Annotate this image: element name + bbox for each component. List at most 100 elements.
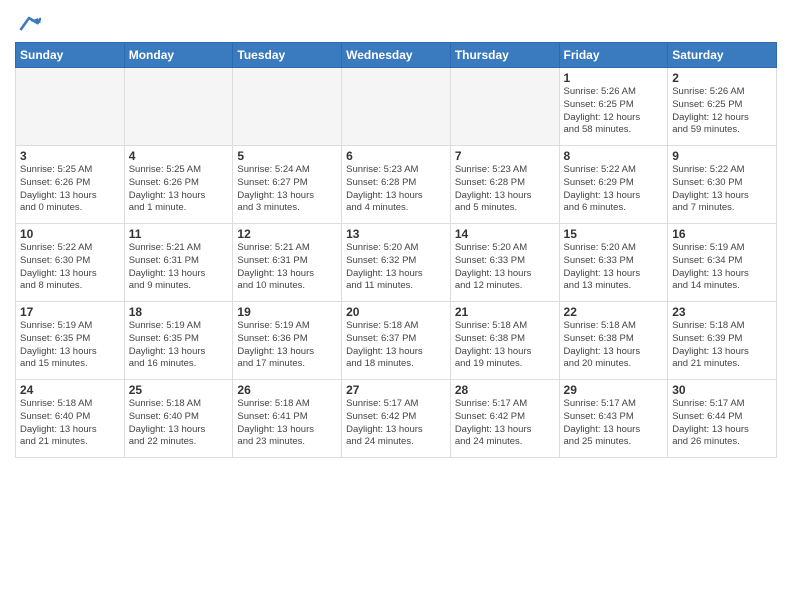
day-info: Sunrise: 5:20 AM Sunset: 6:32 PM Dayligh…	[346, 242, 446, 293]
calendar-cell: 22Sunrise: 5:18 AM Sunset: 6:38 PM Dayli…	[559, 302, 668, 380]
day-info: Sunrise: 5:23 AM Sunset: 6:28 PM Dayligh…	[346, 164, 446, 215]
day-info: Sunrise: 5:19 AM Sunset: 6:35 PM Dayligh…	[129, 320, 229, 371]
calendar-cell	[233, 68, 342, 146]
day-info: Sunrise: 5:20 AM Sunset: 6:33 PM Dayligh…	[564, 242, 664, 293]
day-number: 4	[129, 149, 229, 163]
calendar-cell: 27Sunrise: 5:17 AM Sunset: 6:42 PM Dayli…	[342, 380, 451, 458]
day-number: 12	[237, 227, 337, 241]
calendar-cell: 5Sunrise: 5:24 AM Sunset: 6:27 PM Daylig…	[233, 146, 342, 224]
calendar-cell: 18Sunrise: 5:19 AM Sunset: 6:35 PM Dayli…	[124, 302, 233, 380]
header	[15, 10, 777, 34]
day-number: 1	[564, 71, 664, 85]
page-container: SundayMondayTuesdayWednesdayThursdayFrid…	[0, 0, 792, 468]
day-number: 7	[455, 149, 555, 163]
day-info: Sunrise: 5:17 AM Sunset: 6:42 PM Dayligh…	[346, 398, 446, 449]
calendar-cell: 24Sunrise: 5:18 AM Sunset: 6:40 PM Dayli…	[16, 380, 125, 458]
day-info: Sunrise: 5:19 AM Sunset: 6:34 PM Dayligh…	[672, 242, 772, 293]
day-number: 27	[346, 383, 446, 397]
day-info: Sunrise: 5:23 AM Sunset: 6:28 PM Dayligh…	[455, 164, 555, 215]
logo	[15, 14, 41, 34]
calendar-week-5: 24Sunrise: 5:18 AM Sunset: 6:40 PM Dayli…	[16, 380, 777, 458]
calendar-cell: 20Sunrise: 5:18 AM Sunset: 6:37 PM Dayli…	[342, 302, 451, 380]
day-info: Sunrise: 5:19 AM Sunset: 6:35 PM Dayligh…	[20, 320, 120, 371]
day-number: 22	[564, 305, 664, 319]
calendar-cell: 8Sunrise: 5:22 AM Sunset: 6:29 PM Daylig…	[559, 146, 668, 224]
day-info: Sunrise: 5:18 AM Sunset: 6:40 PM Dayligh…	[20, 398, 120, 449]
calendar-cell: 1Sunrise: 5:26 AM Sunset: 6:25 PM Daylig…	[559, 68, 668, 146]
calendar-dow-tuesday: Tuesday	[233, 43, 342, 68]
day-number: 5	[237, 149, 337, 163]
calendar-cell: 9Sunrise: 5:22 AM Sunset: 6:30 PM Daylig…	[668, 146, 777, 224]
day-number: 6	[346, 149, 446, 163]
calendar-cell: 12Sunrise: 5:21 AM Sunset: 6:31 PM Dayli…	[233, 224, 342, 302]
day-number: 24	[20, 383, 120, 397]
calendar-cell: 23Sunrise: 5:18 AM Sunset: 6:39 PM Dayli…	[668, 302, 777, 380]
day-info: Sunrise: 5:25 AM Sunset: 6:26 PM Dayligh…	[20, 164, 120, 215]
calendar-dow-sunday: Sunday	[16, 43, 125, 68]
calendar-header-row: SundayMondayTuesdayWednesdayThursdayFrid…	[16, 43, 777, 68]
day-info: Sunrise: 5:19 AM Sunset: 6:36 PM Dayligh…	[237, 320, 337, 371]
day-number: 30	[672, 383, 772, 397]
day-info: Sunrise: 5:17 AM Sunset: 6:43 PM Dayligh…	[564, 398, 664, 449]
day-number: 16	[672, 227, 772, 241]
day-number: 26	[237, 383, 337, 397]
calendar-cell: 16Sunrise: 5:19 AM Sunset: 6:34 PM Dayli…	[668, 224, 777, 302]
day-info: Sunrise: 5:17 AM Sunset: 6:44 PM Dayligh…	[672, 398, 772, 449]
calendar-cell: 29Sunrise: 5:17 AM Sunset: 6:43 PM Dayli…	[559, 380, 668, 458]
day-info: Sunrise: 5:18 AM Sunset: 6:40 PM Dayligh…	[129, 398, 229, 449]
calendar-cell	[16, 68, 125, 146]
calendar-week-3: 10Sunrise: 5:22 AM Sunset: 6:30 PM Dayli…	[16, 224, 777, 302]
calendar-dow-saturday: Saturday	[668, 43, 777, 68]
calendar-cell: 28Sunrise: 5:17 AM Sunset: 6:42 PM Dayli…	[450, 380, 559, 458]
calendar-week-2: 3Sunrise: 5:25 AM Sunset: 6:26 PM Daylig…	[16, 146, 777, 224]
day-number: 13	[346, 227, 446, 241]
day-number: 18	[129, 305, 229, 319]
day-number: 14	[455, 227, 555, 241]
day-info: Sunrise: 5:22 AM Sunset: 6:30 PM Dayligh…	[20, 242, 120, 293]
day-number: 21	[455, 305, 555, 319]
calendar-cell: 21Sunrise: 5:18 AM Sunset: 6:38 PM Dayli…	[450, 302, 559, 380]
calendar-cell: 13Sunrise: 5:20 AM Sunset: 6:32 PM Dayli…	[342, 224, 451, 302]
calendar-table: SundayMondayTuesdayWednesdayThursdayFrid…	[15, 42, 777, 458]
day-info: Sunrise: 5:18 AM Sunset: 6:38 PM Dayligh…	[455, 320, 555, 371]
calendar-cell: 26Sunrise: 5:18 AM Sunset: 6:41 PM Dayli…	[233, 380, 342, 458]
calendar-cell: 7Sunrise: 5:23 AM Sunset: 6:28 PM Daylig…	[450, 146, 559, 224]
day-info: Sunrise: 5:22 AM Sunset: 6:30 PM Dayligh…	[672, 164, 772, 215]
day-info: Sunrise: 5:18 AM Sunset: 6:38 PM Dayligh…	[564, 320, 664, 371]
calendar-cell	[450, 68, 559, 146]
day-info: Sunrise: 5:25 AM Sunset: 6:26 PM Dayligh…	[129, 164, 229, 215]
calendar-dow-wednesday: Wednesday	[342, 43, 451, 68]
day-info: Sunrise: 5:26 AM Sunset: 6:25 PM Dayligh…	[672, 86, 772, 137]
calendar-dow-thursday: Thursday	[450, 43, 559, 68]
day-info: Sunrise: 5:22 AM Sunset: 6:29 PM Dayligh…	[564, 164, 664, 215]
calendar-cell: 14Sunrise: 5:20 AM Sunset: 6:33 PM Dayli…	[450, 224, 559, 302]
calendar-cell: 2Sunrise: 5:26 AM Sunset: 6:25 PM Daylig…	[668, 68, 777, 146]
calendar-dow-monday: Monday	[124, 43, 233, 68]
calendar-week-4: 17Sunrise: 5:19 AM Sunset: 6:35 PM Dayli…	[16, 302, 777, 380]
calendar-cell	[124, 68, 233, 146]
day-number: 3	[20, 149, 120, 163]
calendar-dow-friday: Friday	[559, 43, 668, 68]
calendar-cell	[342, 68, 451, 146]
calendar-cell: 6Sunrise: 5:23 AM Sunset: 6:28 PM Daylig…	[342, 146, 451, 224]
day-number: 25	[129, 383, 229, 397]
day-number: 23	[672, 305, 772, 319]
day-number: 9	[672, 149, 772, 163]
day-number: 29	[564, 383, 664, 397]
day-number: 17	[20, 305, 120, 319]
day-info: Sunrise: 5:18 AM Sunset: 6:39 PM Dayligh…	[672, 320, 772, 371]
calendar-cell: 19Sunrise: 5:19 AM Sunset: 6:36 PM Dayli…	[233, 302, 342, 380]
day-number: 28	[455, 383, 555, 397]
day-info: Sunrise: 5:26 AM Sunset: 6:25 PM Dayligh…	[564, 86, 664, 137]
day-info: Sunrise: 5:20 AM Sunset: 6:33 PM Dayligh…	[455, 242, 555, 293]
calendar-cell: 4Sunrise: 5:25 AM Sunset: 6:26 PM Daylig…	[124, 146, 233, 224]
day-info: Sunrise: 5:18 AM Sunset: 6:41 PM Dayligh…	[237, 398, 337, 449]
calendar-cell: 17Sunrise: 5:19 AM Sunset: 6:35 PM Dayli…	[16, 302, 125, 380]
day-info: Sunrise: 5:18 AM Sunset: 6:37 PM Dayligh…	[346, 320, 446, 371]
day-number: 2	[672, 71, 772, 85]
day-info: Sunrise: 5:17 AM Sunset: 6:42 PM Dayligh…	[455, 398, 555, 449]
day-info: Sunrise: 5:21 AM Sunset: 6:31 PM Dayligh…	[237, 242, 337, 293]
calendar-cell: 30Sunrise: 5:17 AM Sunset: 6:44 PM Dayli…	[668, 380, 777, 458]
calendar-cell: 25Sunrise: 5:18 AM Sunset: 6:40 PM Dayli…	[124, 380, 233, 458]
calendar-cell: 3Sunrise: 5:25 AM Sunset: 6:26 PM Daylig…	[16, 146, 125, 224]
